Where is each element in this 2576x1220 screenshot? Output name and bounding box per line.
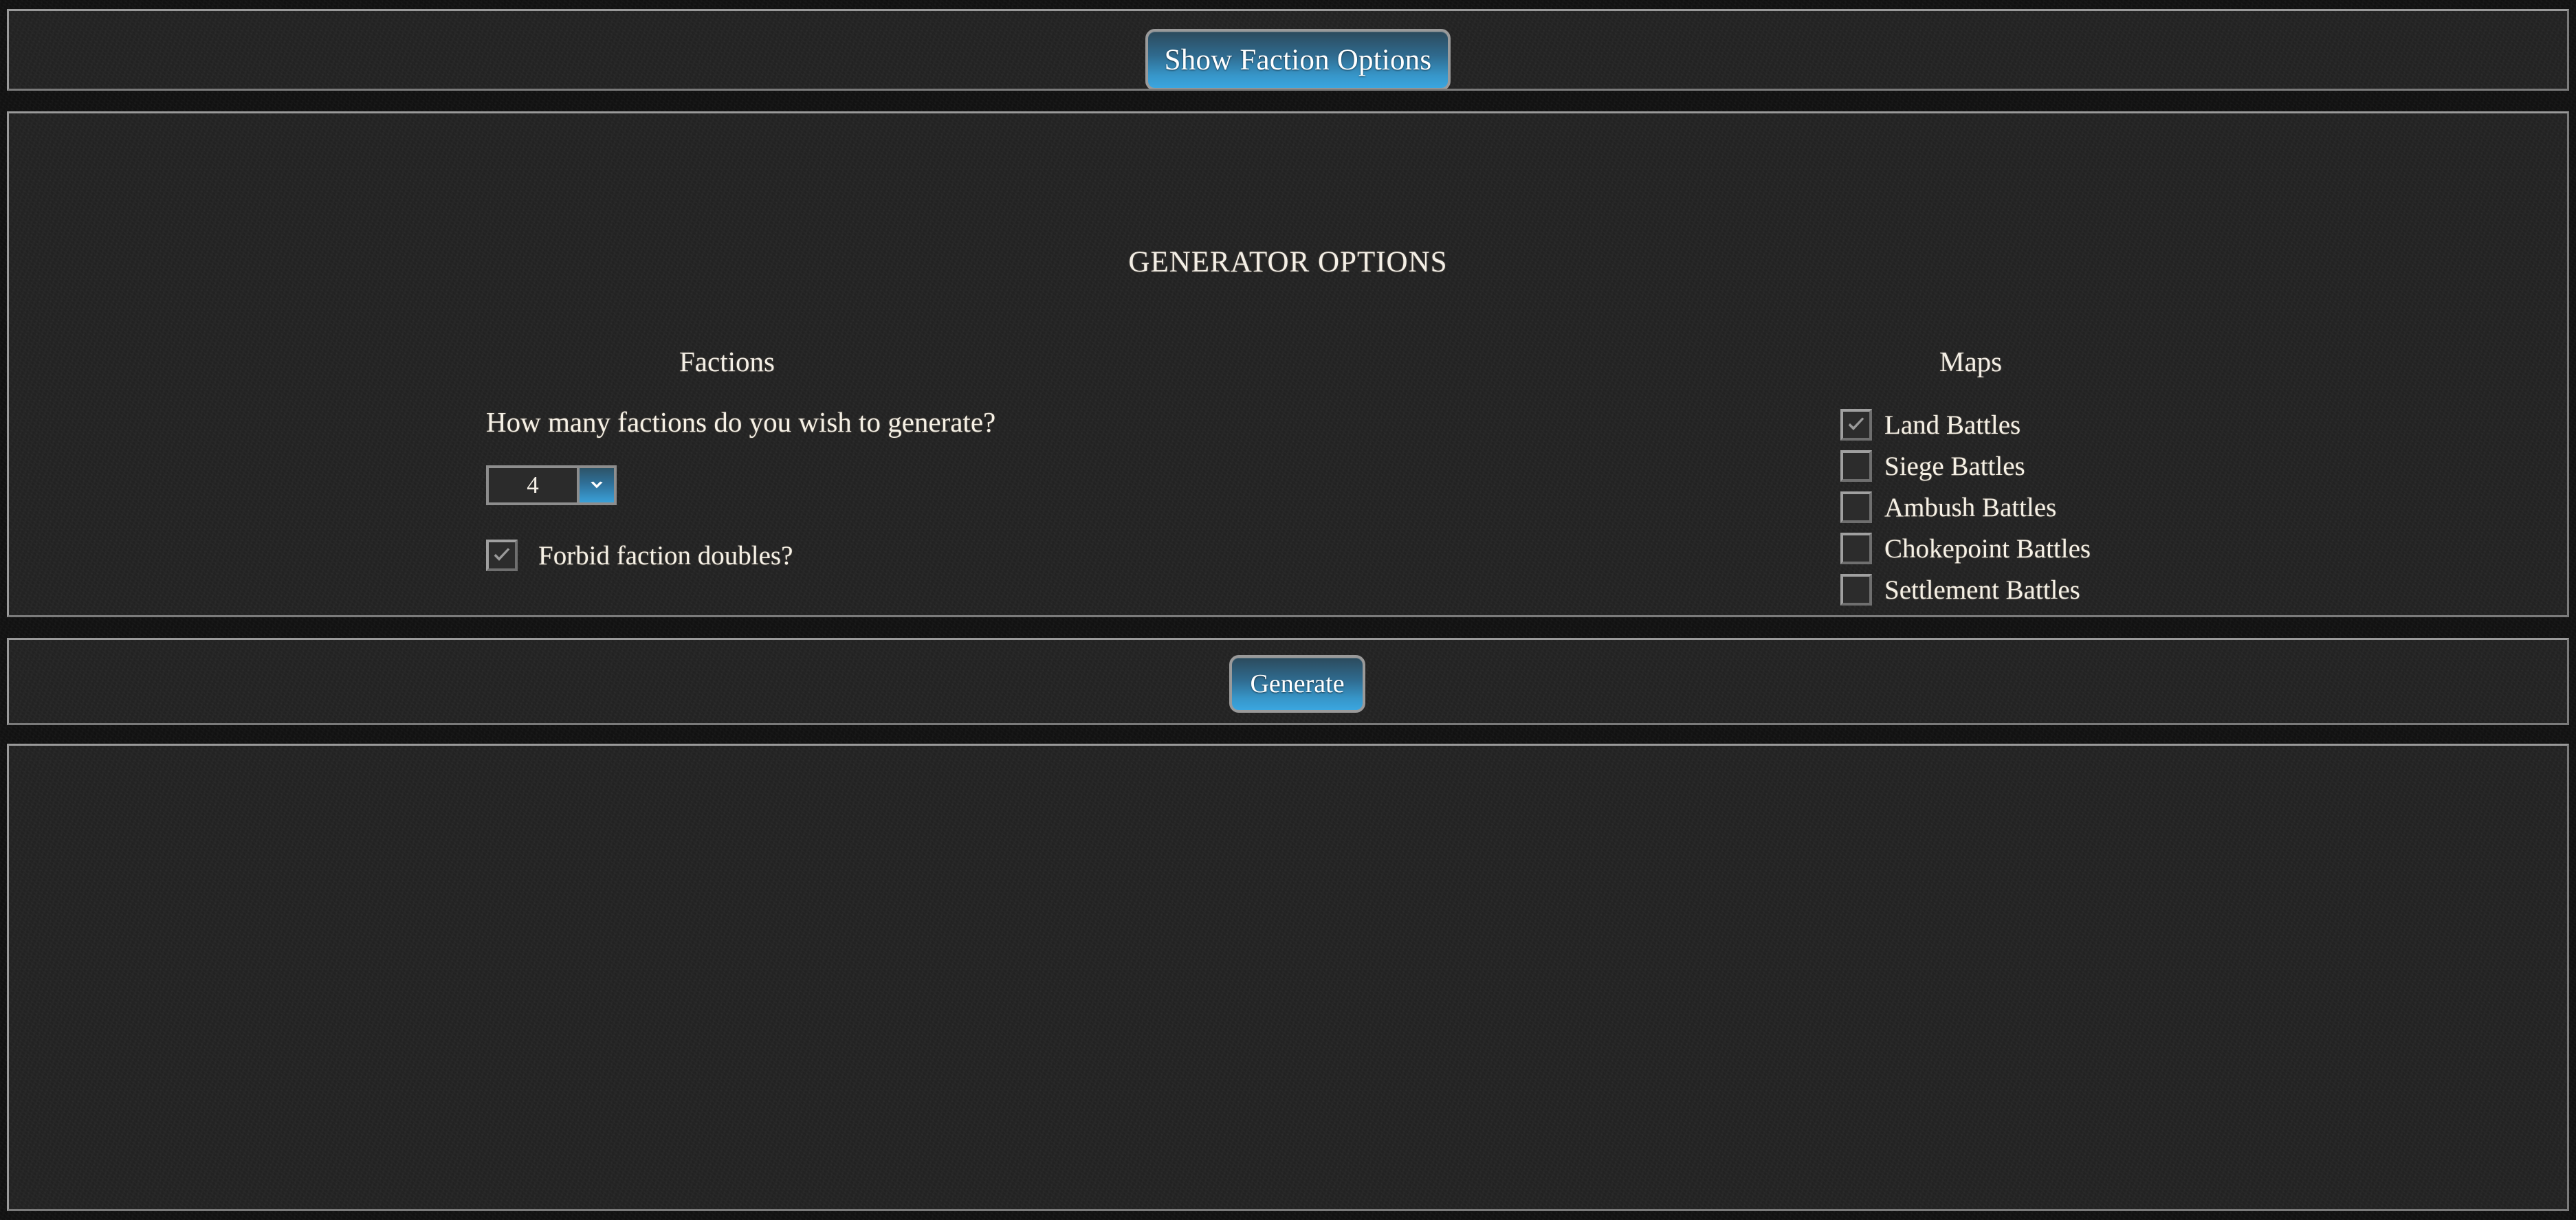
- chevron-down-icon[interactable]: [577, 465, 617, 505]
- generator-options-panel: GENERATOR OPTIONS Factions How many fact…: [7, 111, 2569, 617]
- map-option-checkbox[interactable]: [1840, 450, 1872, 482]
- show-faction-options-button[interactable]: Show Faction Options: [1145, 29, 1451, 89]
- map-option-row[interactable]: Subterranean Battles: [1840, 615, 2107, 617]
- check-icon: [1848, 417, 1864, 430]
- map-option-checkbox[interactable]: [1840, 533, 1872, 564]
- app-root: Show Faction Options GENERATOR OPTIONS F…: [0, 0, 2576, 1220]
- top-panel: Show Faction Options: [7, 9, 2569, 91]
- faction-count-select[interactable]: 4: [486, 465, 617, 505]
- map-option-row[interactable]: Siege Battles: [1840, 450, 2107, 482]
- map-option-checkbox[interactable]: [1840, 409, 1872, 441]
- generator-options-title: GENERATOR OPTIONS: [1128, 246, 1448, 278]
- map-option-label: Ambush Battles: [1884, 492, 2057, 522]
- forbid-faction-doubles-row[interactable]: Forbid faction doubles?: [486, 540, 793, 571]
- map-option-label: Chokepoint Battles: [1884, 533, 2091, 564]
- forbid-faction-doubles-label: Forbid faction doubles?: [538, 540, 793, 570]
- map-option-label: Land Battles: [1884, 410, 2021, 440]
- faction-count-question: How many factions do you wish to generat…: [486, 406, 996, 438]
- results-panel: RESULTS Your faction(s) are: 1. Clan Mou…: [7, 744, 2569, 1211]
- map-option-row[interactable]: Chokepoint Battles: [1840, 533, 2107, 564]
- forbid-faction-doubles-checkbox[interactable]: [486, 540, 518, 571]
- map-option-row[interactable]: Settlement Battles: [1840, 574, 2107, 606]
- map-option-checkbox[interactable]: [1840, 491, 1872, 523]
- map-option-label: Settlement Battles: [1884, 575, 2080, 605]
- maps-column-title: Maps: [1939, 346, 2003, 377]
- faction-count-value: 4: [486, 465, 577, 505]
- maps-checkbox-list: Land Battles Siege Battles Ambush Battles C…: [1840, 409, 2107, 617]
- factions-column-title: Factions: [679, 346, 775, 377]
- map-option-label: Siege Battles: [1884, 451, 2025, 481]
- map-option-checkbox[interactable]: [1840, 574, 1872, 606]
- check-icon: [494, 548, 510, 561]
- map-option-row[interactable]: Land Battles: [1840, 409, 2107, 441]
- map-option-label: Subterranean Battles: [1884, 616, 2107, 618]
- generate-panel: Generate: [7, 638, 2569, 725]
- generate-button[interactable]: Generate: [1229, 655, 1365, 713]
- map-option-row[interactable]: Ambush Battles: [1840, 491, 2107, 523]
- map-option-checkbox[interactable]: [1840, 615, 1872, 617]
